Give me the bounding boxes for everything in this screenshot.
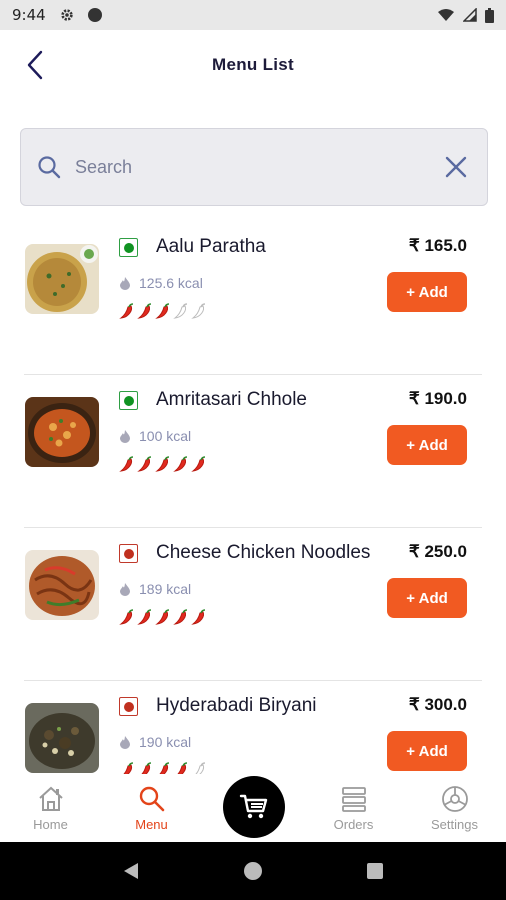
chili-filled-icon — [137, 456, 152, 472]
item-price: ₹ 250.0 — [408, 542, 467, 561]
app-header: Menu List — [0, 30, 506, 100]
chili-filled-icon — [177, 762, 188, 774]
back-button[interactable] — [20, 48, 50, 82]
search-icon — [139, 786, 164, 812]
spice-level — [119, 608, 207, 626]
chili-filled-icon — [191, 456, 206, 472]
chili-filled-icon — [141, 762, 152, 774]
nav-orders-label: Orders — [333, 817, 374, 832]
nonveg-indicator — [119, 544, 138, 563]
nav-menu[interactable]: Menu — [101, 774, 202, 832]
item-calories: 189 kcal — [119, 581, 191, 597]
status-bar: 9:44 — [0, 0, 506, 30]
item-name: Aalu Paratha — [156, 236, 266, 257]
nav-home[interactable]: Home — [0, 774, 101, 832]
chili-filled-icon — [159, 762, 170, 774]
cheese-chicken-noodles-photo[interactable] — [25, 550, 99, 620]
nonveg-indicator — [119, 697, 138, 716]
chili-filled-icon — [173, 609, 188, 625]
add-button[interactable]: + Add — [387, 578, 467, 618]
chili-empty-icon — [173, 303, 188, 319]
bottom-nav: Home Menu Orders Settings — [0, 774, 506, 842]
menu-item[interactable]: Aalu Paratha ₹ 165.0 125.6 kcal + Add — [24, 222, 482, 375]
menu-list[interactable]: Aalu Paratha ₹ 165.0 125.6 kcal + Add Am… — [0, 222, 506, 774]
spice-level — [119, 455, 207, 473]
flame-icon — [120, 277, 130, 290]
orders-icon — [341, 787, 366, 812]
search-icon — [38, 156, 61, 179]
system-home-icon[interactable] — [243, 861, 263, 881]
kcal-value: 100 kcal — [139, 428, 192, 444]
search-input[interactable] — [75, 156, 441, 178]
chili-filled-icon — [119, 456, 134, 472]
chili-empty-icon — [191, 303, 206, 319]
add-button[interactable]: + Add — [387, 272, 467, 312]
veg-indicator — [119, 238, 138, 257]
cart-button[interactable] — [223, 776, 285, 838]
item-price: ₹ 300.0 — [408, 695, 467, 714]
item-calories: 190 kcal — [119, 734, 191, 750]
chili-filled-icon — [191, 609, 206, 625]
search-bar[interactable] — [20, 128, 488, 206]
item-name: Hyderabadi Biryani — [156, 695, 317, 716]
chili-filled-icon — [119, 303, 134, 319]
settings-notification-icon — [61, 9, 73, 21]
nav-settings-label: Settings — [431, 817, 478, 832]
item-calories: 125.6 kcal — [119, 275, 203, 291]
item-price: ₹ 190.0 — [408, 389, 467, 408]
system-back-icon[interactable] — [122, 861, 140, 881]
item-name: Amritasari Chhole — [156, 389, 307, 410]
menu-item[interactable]: Hyderabadi Biryani ₹ 300.0 190 kcal + Ad… — [24, 681, 482, 774]
item-name: Cheese Chicken Noodles — [156, 542, 371, 563]
kcal-value: 189 kcal — [139, 581, 192, 597]
cart-icon — [239, 794, 268, 819]
flame-icon — [120, 583, 130, 596]
add-button[interactable]: + Add — [387, 425, 467, 465]
info-notification-icon — [87, 8, 102, 22]
clear-search-button[interactable] — [441, 152, 471, 182]
chili-empty-icon — [195, 762, 206, 774]
system-recents-icon[interactable] — [366, 862, 384, 880]
hyderabadi-biryani-photo[interactable] — [25, 703, 99, 773]
chili-filled-icon — [123, 762, 134, 774]
battery-icon — [485, 7, 494, 23]
kcal-value: 190 kcal — [139, 734, 192, 750]
flame-icon — [120, 736, 130, 749]
home-icon — [38, 786, 63, 811]
chili-filled-icon — [155, 456, 170, 472]
aalu-paratha-photo[interactable] — [25, 244, 99, 314]
add-button[interactable]: + Add — [387, 731, 467, 771]
item-calories: 100 kcal — [119, 428, 191, 444]
wifi-icon — [438, 9, 454, 21]
item-price: ₹ 165.0 — [408, 236, 467, 255]
amritsari-chhole-photo[interactable] — [25, 397, 99, 467]
signal-icon — [463, 8, 477, 22]
chili-filled-icon — [155, 303, 170, 319]
menu-item[interactable]: Amritasari Chhole ₹ 190.0 100 kcal + Add — [24, 375, 482, 528]
kcal-value: 125.6 kcal — [139, 275, 203, 291]
nav-home-label: Home — [33, 817, 68, 832]
chili-filled-icon — [173, 456, 188, 472]
menu-item[interactable]: Cheese Chicken Noodles ₹ 250.0 189 kcal … — [24, 528, 482, 681]
nav-menu-label: Menu — [135, 817, 168, 832]
chili-filled-icon — [137, 609, 152, 625]
chili-filled-icon — [137, 303, 152, 319]
nav-settings[interactable]: Settings — [404, 774, 505, 832]
page-title: Menu List — [211, 55, 295, 74]
veg-indicator — [119, 391, 138, 410]
system-nav-bar — [0, 842, 506, 900]
settings-icon — [441, 786, 468, 812]
status-time: 9:44 — [12, 6, 46, 24]
flame-icon — [120, 430, 130, 443]
nav-orders[interactable]: Orders — [303, 774, 404, 832]
chili-filled-icon — [155, 609, 170, 625]
spice-level — [119, 302, 207, 320]
close-icon — [445, 156, 467, 178]
spice-level — [119, 761, 207, 774]
chili-filled-icon — [119, 609, 134, 625]
chevron-left-icon — [27, 50, 43, 80]
